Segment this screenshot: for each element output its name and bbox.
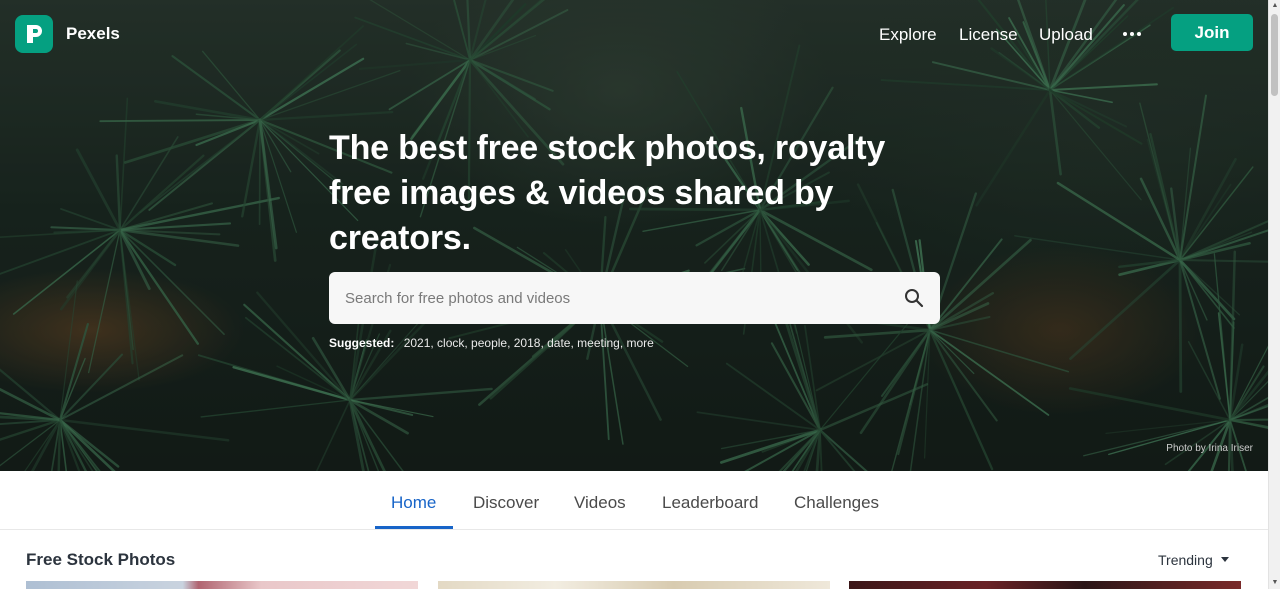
pexels-logo-icon: [27, 25, 42, 43]
tab-videos[interactable]: Videos: [574, 493, 626, 513]
join-button[interactable]: Join: [1171, 14, 1253, 51]
chevron-down-icon[interactable]: [1221, 557, 1229, 562]
photo-thumbnail[interactable]: [26, 581, 418, 589]
page: Pexels Explore License Upload Join The b…: [0, 0, 1268, 589]
nav-upload-link[interactable]: Upload: [1039, 25, 1093, 45]
tab-leaderboard[interactable]: Leaderboard: [662, 493, 758, 513]
suggested-searches: Suggested: 2021, clock, people, 2018, da…: [329, 336, 654, 350]
scroll-down-arrow-icon[interactable]: ▼: [1269, 577, 1280, 589]
search-input[interactable]: [329, 272, 889, 324]
top-nav: Pexels Explore License Upload Join: [0, 0, 1268, 66]
search-icon[interactable]: [903, 287, 925, 309]
active-tab-indicator: [375, 526, 453, 529]
photo-thumbnail[interactable]: [438, 581, 830, 589]
section-title: Free Stock Photos: [26, 550, 176, 569]
pexels-logo[interactable]: [15, 15, 53, 53]
tab-home[interactable]: Home: [391, 493, 436, 513]
tab-discover[interactable]: Discover: [473, 493, 539, 513]
nav-explore-link[interactable]: Explore: [879, 25, 937, 45]
nav-license-link[interactable]: License: [959, 25, 1018, 45]
hero-headline: The best free stock photos, royalty free…: [329, 129, 886, 257]
brand-name[interactable]: Pexels: [66, 24, 120, 44]
sort-dropdown[interactable]: Trending: [1158, 552, 1213, 568]
tab-challenges[interactable]: Challenges: [794, 493, 879, 513]
scroll-up-arrow-icon[interactable]: ▲: [1269, 0, 1280, 12]
main-tabs: Home Discover Videos Leaderboard Challen…: [0, 471, 1268, 530]
search-bar: [329, 272, 940, 324]
page-scrollbar[interactable]: ▲ ▼: [1268, 0, 1280, 589]
more-horizontal-icon[interactable]: [1122, 24, 1142, 44]
photo-credit[interactable]: Photo by Irina Iriser: [1166, 443, 1253, 454]
suggested-label: Suggested:: [329, 336, 395, 350]
suggested-tags[interactable]: 2021, clock, people, 2018, date, meeting…: [404, 336, 654, 350]
scroll-thumb[interactable]: [1271, 14, 1278, 96]
photo-thumbnail[interactable]: [849, 581, 1241, 589]
